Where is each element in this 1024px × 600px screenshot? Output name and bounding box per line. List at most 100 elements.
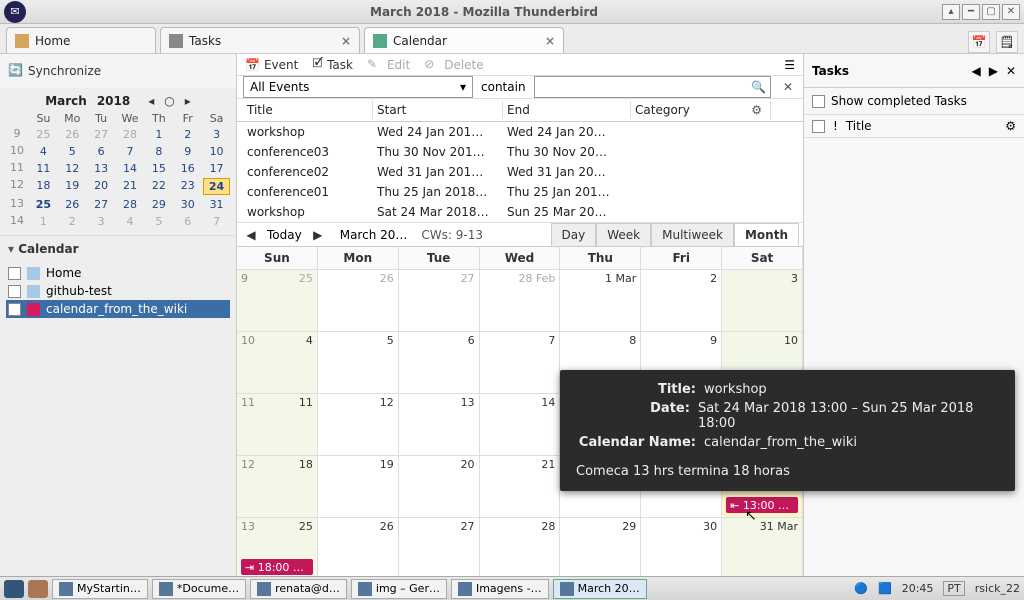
mini-day[interactable]: 18	[30, 178, 57, 195]
month-cell[interactable]: 30	[641, 518, 722, 580]
col-category[interactable]: Category	[635, 103, 690, 117]
month-cell[interactable]: 6	[399, 332, 480, 394]
mini-day[interactable]: 7	[117, 144, 144, 159]
close-icon[interactable]: ×	[545, 34, 555, 48]
month-cell[interactable]: 14	[480, 394, 561, 456]
mini-day[interactable]: 24	[203, 178, 230, 195]
event-row[interactable]: workshopWed 24 Jan 201…Wed 24 Jan 20…	[237, 122, 803, 142]
mini-day[interactable]: 3	[88, 214, 115, 229]
mini-day[interactable]: 22	[145, 178, 172, 195]
month-cell[interactable]: 259	[237, 270, 318, 332]
month-cell[interactable]: 28	[480, 518, 561, 580]
taskbar-entry[interactable]: Imagens -…	[451, 579, 549, 599]
month-cell[interactable]: 12	[318, 394, 399, 456]
mini-next-icon[interactable]: ▸	[185, 94, 191, 108]
tasks-prev-icon[interactable]: ◀	[971, 64, 980, 78]
month-cell[interactable]: 31 Mar	[722, 518, 803, 580]
mini-day[interactable]: 7	[203, 214, 230, 229]
mini-day[interactable]: 28	[117, 197, 144, 212]
mini-prev-icon[interactable]: ◂	[148, 94, 154, 108]
task-col-config-icon[interactable]: ⚙	[1005, 119, 1016, 133]
month-cell[interactable]: 20	[399, 456, 480, 518]
mini-today-icon[interactable]: ○	[164, 94, 174, 108]
calendar-checkbox[interactable]	[8, 267, 21, 280]
month-cell[interactable]: 3	[722, 270, 803, 332]
mini-day[interactable]: 15	[145, 161, 172, 176]
sync-button[interactable]: 🔄 Synchronize	[8, 63, 101, 79]
taskbar-entry[interactable]: img – Ger…	[351, 579, 447, 599]
taskbar-entry[interactable]: *Docume…	[152, 579, 246, 599]
month-cell[interactable]: 26	[318, 270, 399, 332]
task-title-col[interactable]: Title	[846, 119, 872, 133]
col-title[interactable]: Title	[243, 101, 373, 119]
tab-tasks[interactable]: Tasks ×	[160, 27, 360, 53]
mini-day[interactable]: 29	[145, 197, 172, 212]
mini-day[interactable]: 27	[88, 197, 115, 212]
mini-day[interactable]: 25	[30, 197, 57, 212]
today-button[interactable]: Today	[267, 228, 302, 242]
mini-day[interactable]: 27	[88, 127, 115, 142]
mini-day[interactable]: 8	[145, 144, 172, 159]
calendar-checkbox[interactable]: ✓	[8, 303, 21, 316]
mini-day[interactable]: 21	[117, 178, 144, 195]
month-cell[interactable]: 2	[641, 270, 722, 332]
mini-day[interactable]: 1	[145, 127, 172, 142]
mini-day[interactable]: 16	[174, 161, 201, 176]
col-end[interactable]: End	[503, 101, 631, 119]
next-period-button[interactable]: ▶	[308, 225, 328, 245]
mini-day[interactable]: 11	[30, 161, 57, 176]
mini-day[interactable]: 5	[145, 214, 172, 229]
mini-day[interactable]: 5	[59, 144, 86, 159]
show-desktop-button[interactable]	[28, 580, 48, 598]
month-cell[interactable]: 26	[318, 518, 399, 580]
event-filter-select[interactable]: All Events ▾	[243, 76, 473, 98]
tray-app1-icon[interactable]: 🔵	[854, 582, 868, 595]
mini-day[interactable]: 23	[174, 178, 201, 195]
event-row[interactable]: conference01Thu 25 Jan 2018…Thu 25 Jan 2…	[237, 182, 803, 202]
menu-button[interactable]: ☰	[784, 58, 795, 72]
month-cell[interactable]: 410	[237, 332, 318, 394]
month-cell[interactable]: 27	[399, 270, 480, 332]
clear-search-icon[interactable]: ✕	[779, 80, 797, 94]
view-multiweek[interactable]: Multiweek	[651, 223, 734, 246]
tab-calendar[interactable]: Calendar ×	[364, 27, 564, 53]
mini-day[interactable]: 17	[203, 161, 230, 176]
month-cell[interactable]: 13	[399, 394, 480, 456]
mini-day[interactable]: 2	[59, 214, 86, 229]
mini-day[interactable]: 28	[117, 127, 144, 142]
mini-day[interactable]: 20	[88, 178, 115, 195]
mini-day[interactable]: 10	[203, 144, 230, 159]
month-cell[interactable]: 7	[480, 332, 561, 394]
start-button[interactable]	[4, 580, 24, 598]
calendar-item[interactable]: ✓ calendar_from_the_wiki	[6, 300, 230, 318]
taskbar-entry[interactable]: renata@d…	[250, 579, 347, 599]
month-cell[interactable]: 27	[399, 518, 480, 580]
window-min-button[interactable]: ━	[962, 4, 980, 20]
search-icon[interactable]: 🔍	[747, 80, 770, 94]
month-cell[interactable]: 19	[318, 456, 399, 518]
calendar-today-button[interactable]: 📅	[968, 31, 990, 53]
calendar-event[interactable]: ⇤ 13:00 …	[726, 497, 798, 513]
month-cell[interactable]: 29	[560, 518, 641, 580]
prev-period-button[interactable]: ◀	[241, 225, 261, 245]
mini-day[interactable]: 25	[30, 127, 57, 142]
mini-day[interactable]: 14	[117, 161, 144, 176]
mini-day[interactable]: 6	[174, 214, 201, 229]
new-task-button[interactable]: 🗹 Task	[312, 54, 353, 75]
close-icon[interactable]: ×	[341, 34, 351, 48]
mini-day[interactable]: 1	[30, 214, 57, 229]
tasks-button[interactable]: 🗒	[996, 31, 1018, 53]
mini-day[interactable]: 3	[203, 127, 230, 142]
month-cell[interactable]: 1 Mar	[560, 270, 641, 332]
month-cell[interactable]: 1812	[237, 456, 318, 518]
mini-day[interactable]: 4	[30, 144, 57, 159]
event-search[interactable]: 🔍	[534, 76, 771, 98]
tray-app2-icon[interactable]: 🟦	[878, 582, 892, 595]
event-row[interactable]: conference02Wed 31 Jan 201…Wed 31 Jan 20…	[237, 162, 803, 182]
task-done-col[interactable]	[812, 120, 825, 133]
month-cell[interactable]: 21	[480, 456, 561, 518]
taskbar-entry[interactable]: MyStartin…	[52, 579, 148, 599]
col-start[interactable]: Start	[373, 101, 503, 119]
mini-day[interactable]: 26	[59, 197, 86, 212]
mini-day[interactable]: 26	[59, 127, 86, 142]
